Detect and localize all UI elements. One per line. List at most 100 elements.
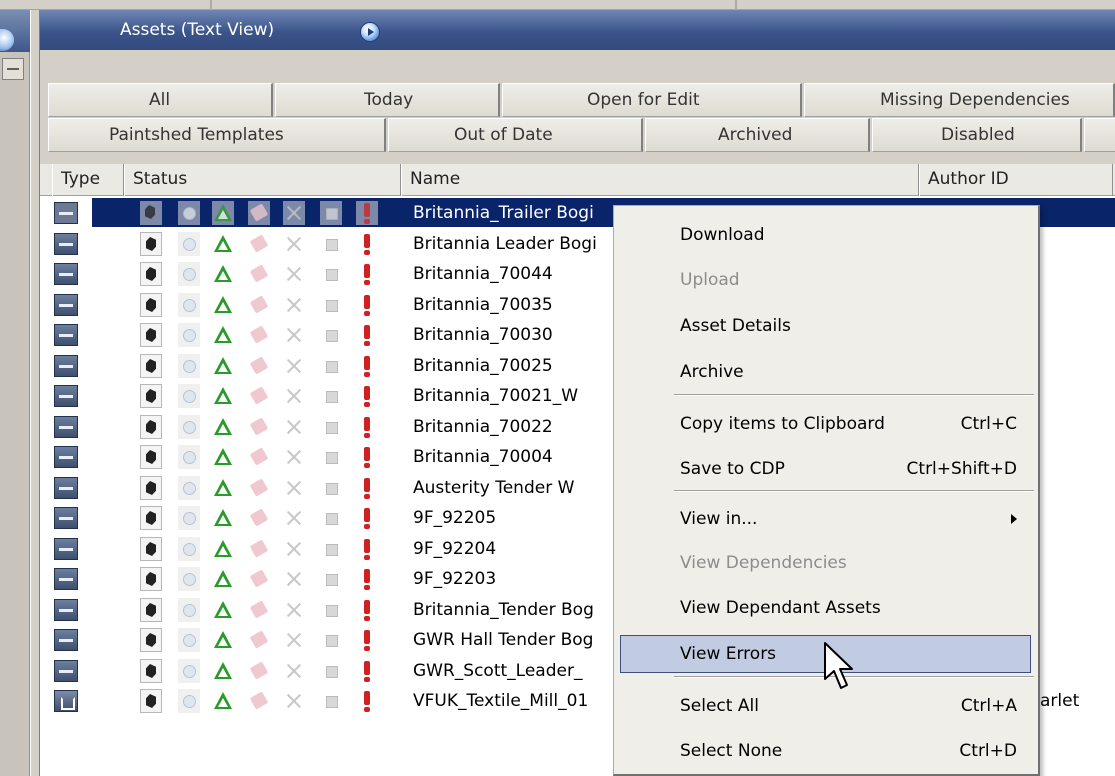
tab-paintshed-templates[interactable]: Paintshed Templates xyxy=(48,118,386,152)
menu-item-label: Asset Details xyxy=(680,316,791,336)
edit-status-icon xyxy=(140,262,162,286)
triangle-status-icon xyxy=(212,201,234,225)
package-status-icon xyxy=(320,445,342,469)
asset-name: Britannia_70025 xyxy=(413,356,553,376)
panel-title: Assets (Text View) xyxy=(120,20,275,40)
menu-item-label: View Dependant Assets xyxy=(680,598,881,618)
local-status-icon xyxy=(178,628,200,652)
local-status-icon xyxy=(178,659,200,683)
paint-status-icon xyxy=(248,293,270,317)
tab-today[interactable]: Today xyxy=(275,83,500,117)
error-status-icon xyxy=(356,598,378,622)
menu-item-asset-details[interactable]: Asset Details xyxy=(614,304,1037,348)
column-name[interactable]: Name xyxy=(401,164,919,196)
paint-status-icon xyxy=(248,415,270,439)
column-status[interactable]: Status xyxy=(124,164,401,196)
local-status-icon xyxy=(178,323,200,347)
train-icon xyxy=(54,263,78,285)
menu-item-save-to-cdp[interactable]: Save to CDP Ctrl+Shift+D xyxy=(614,447,1037,491)
local-status-icon xyxy=(178,384,200,408)
menu-item-view-in[interactable]: View in... xyxy=(614,497,1037,541)
edit-status-icon xyxy=(140,598,162,622)
local-status-icon xyxy=(178,415,200,439)
error-status-icon xyxy=(356,262,378,286)
menu-separator xyxy=(674,490,1034,492)
menu-item-label: View Errors xyxy=(680,644,777,664)
menu-separator xyxy=(674,394,1034,396)
tab-open-for-edit[interactable]: Open for Edit xyxy=(502,83,802,117)
train-icon xyxy=(54,538,78,560)
tab-label: Out of Date xyxy=(454,125,553,145)
package-status-icon xyxy=(320,598,342,622)
paint-status-icon xyxy=(248,659,270,683)
tools-status-icon xyxy=(283,445,305,469)
submenu-arrow-icon xyxy=(1011,514,1017,524)
tab-missing-dependencies[interactable]: Missing Dependencies xyxy=(804,83,1115,117)
asset-name: Britannia_Tender Bog xyxy=(413,600,594,620)
column-type[interactable]: Type xyxy=(52,164,124,196)
train-icon xyxy=(54,202,78,224)
tab-label: Today xyxy=(364,90,414,110)
triangle-status-icon xyxy=(212,628,234,652)
edit-status-icon xyxy=(140,232,162,256)
menu-item-shortcut: Ctrl+D xyxy=(959,741,1017,761)
tab-all[interactable]: All xyxy=(48,83,273,117)
asset-name: Britannia_70004 xyxy=(413,447,553,467)
menu-item-upload[interactable]: Upload xyxy=(614,258,1037,302)
menu-item-select-none[interactable]: Select None Ctrl+D xyxy=(614,729,1037,773)
tab-archived[interactable]: Archived xyxy=(645,118,870,152)
local-status-icon xyxy=(178,506,200,530)
expand-icon[interactable] xyxy=(0,29,14,51)
menu-item-archive[interactable]: Archive xyxy=(614,350,1037,394)
tools-status-icon xyxy=(283,537,305,561)
paint-status-icon xyxy=(248,537,270,561)
collapse-button[interactable] xyxy=(2,58,24,80)
paint-status-icon xyxy=(248,262,270,286)
menu-item-shortcut: Ctrl+C xyxy=(960,414,1017,434)
train-icon xyxy=(54,355,78,377)
package-status-icon xyxy=(320,628,342,652)
menu-item-copy-to-clipboard[interactable]: Copy items to Clipboard Ctrl+C xyxy=(614,402,1037,446)
error-status-icon xyxy=(356,384,378,408)
package-status-icon xyxy=(320,354,342,378)
edit-status-icon xyxy=(140,384,162,408)
local-status-icon xyxy=(178,354,200,378)
house-icon xyxy=(54,690,78,712)
train-icon xyxy=(54,599,78,621)
menu-item-view-dependencies[interactable]: View Dependencies xyxy=(614,541,1037,585)
tab-overflow[interactable] xyxy=(1084,118,1115,152)
package-status-icon xyxy=(320,659,342,683)
tab-label: Disabled xyxy=(941,125,1015,145)
column-header: Type Status Name Author ID xyxy=(40,164,1115,196)
train-icon xyxy=(54,385,78,407)
asset-name: 9F_92204 xyxy=(413,539,497,559)
train-icon xyxy=(54,477,78,499)
edit-status-icon xyxy=(140,476,162,500)
error-status-icon xyxy=(356,659,378,683)
local-status-icon xyxy=(178,689,200,713)
pane-splitter[interactable] xyxy=(30,10,40,776)
tab-out-of-date[interactable]: Out of Date xyxy=(388,118,643,152)
error-status-icon xyxy=(356,476,378,500)
edit-status-icon xyxy=(140,293,162,317)
triangle-status-icon xyxy=(212,659,234,683)
tools-status-icon xyxy=(283,567,305,591)
package-status-icon xyxy=(320,506,342,530)
local-status-icon xyxy=(178,537,200,561)
paint-status-icon xyxy=(248,323,270,347)
tab-disabled[interactable]: Disabled xyxy=(872,118,1082,152)
error-status-icon xyxy=(356,354,378,378)
tab-label: All xyxy=(149,90,171,110)
error-status-icon xyxy=(356,689,378,713)
panel-titlebar: Assets (Text View) xyxy=(40,10,1115,50)
column-author-id[interactable]: Author ID xyxy=(919,164,1113,196)
tab-label: Open for Edit xyxy=(587,90,700,110)
menu-item-shortcut: Ctrl+Shift+D xyxy=(906,459,1017,479)
play-icon[interactable] xyxy=(360,22,380,42)
package-status-icon xyxy=(320,232,342,256)
top-strip-separator xyxy=(210,0,212,10)
menu-item-download[interactable]: Download xyxy=(614,213,1037,257)
edit-status-icon xyxy=(140,659,162,683)
menu-item-view-dependant-assets[interactable]: View Dependant Assets xyxy=(614,586,1037,630)
tools-status-icon xyxy=(283,232,305,256)
